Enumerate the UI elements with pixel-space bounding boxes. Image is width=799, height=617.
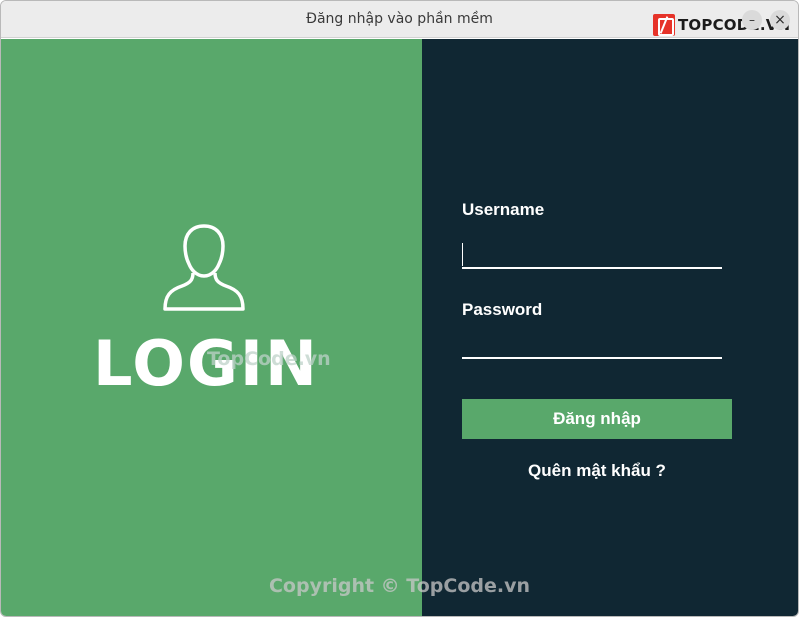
text-caret	[462, 243, 463, 266]
password-input[interactable]	[462, 331, 722, 359]
username-label: Username	[462, 200, 545, 219]
copyright-text: Copyright © TopCode.vn	[268, 575, 530, 597]
minimize-button[interactable]: –	[742, 10, 762, 30]
login-button[interactable]: Đăng nhập	[462, 399, 732, 439]
right-panel	[422, 39, 798, 616]
user-icon	[163, 224, 245, 311]
login-window: Đăng nhập vào phần mềm TOPCODE.VN – × LO…	[0, 0, 799, 617]
forgot-password-link[interactable]: Quên mật khẩu ?	[462, 461, 732, 481]
close-button[interactable]: ×	[770, 10, 790, 30]
watermark-text: TopCode.vn	[207, 348, 331, 370]
title-bar[interactable]: Đăng nhập vào phần mềm TOPCODE.VN – ×	[1, 1, 798, 38]
topcode-logo-icon	[653, 14, 675, 36]
password-label: Password	[462, 300, 543, 319]
username-input[interactable]	[462, 241, 722, 269]
